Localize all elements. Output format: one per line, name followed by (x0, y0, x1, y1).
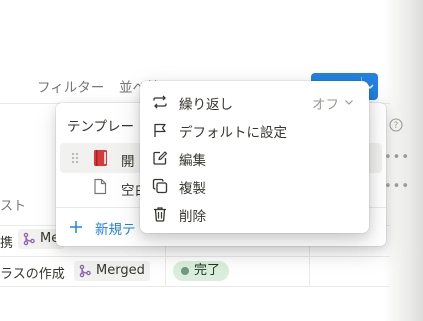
page-icon (93, 178, 107, 199)
merged-tag-label: Merged (96, 263, 145, 278)
more-options-icon[interactable]: ••• (384, 150, 410, 165)
menu-item-label: 編集 (179, 153, 206, 169)
edit-icon (152, 150, 168, 166)
menu-item-duplicate[interactable]: 複製 (140, 172, 369, 200)
menu-item-edit[interactable]: 編集 (140, 144, 369, 172)
add-template-button[interactable]: 新規テ (95, 218, 136, 238)
trash-icon (152, 206, 168, 222)
filter-button[interactable]: フィルター (37, 76, 104, 96)
svg-text:?: ? (394, 121, 399, 131)
git-merge-icon (79, 264, 91, 278)
plus-icon[interactable] (69, 219, 83, 238)
menu-item-label: 複製 (179, 181, 206, 197)
status-badge[interactable]: 完了 (173, 261, 230, 281)
menu-item-repeat[interactable]: 繰り返し オフ (140, 88, 369, 116)
repeat-value: オフ (312, 97, 339, 113)
git-merge-icon (23, 232, 35, 246)
flag-icon (152, 122, 168, 138)
help-circle-icon[interactable]: ? (389, 117, 403, 136)
template-context-menu: 繰り返し オフ デフォルトに設定 編集 複製 削除 (140, 81, 369, 233)
menu-item-delete[interactable]: 削除 (140, 200, 369, 228)
menu-item-label: 削除 (179, 209, 206, 225)
red-book-icon (93, 149, 109, 171)
drag-handle-icon[interactable] (71, 150, 79, 169)
menu-item-set-default[interactable]: デフォルトに設定 (140, 116, 369, 144)
row-divider (0, 256, 390, 257)
more-options-icon[interactable]: ••• (384, 179, 410, 194)
duplicate-icon (152, 178, 168, 194)
table-row-name[interactable]: 携 (0, 232, 13, 251)
template-panel-title: テンプレー (67, 119, 135, 135)
menu-item-label: デフォルトに設定 (179, 125, 287, 141)
merged-tag: Merged (74, 261, 150, 281)
repeat-icon (152, 94, 168, 110)
chevron-down-icon (344, 94, 354, 114)
row-divider (0, 286, 390, 287)
template-item-label: 開 (121, 154, 135, 170)
table-row-name[interactable]: ラスの作成 (0, 263, 65, 282)
menu-item-label: 繰り返し (179, 97, 233, 113)
status-badge-label: 完了 (194, 263, 221, 278)
column-header: スト (0, 199, 27, 214)
